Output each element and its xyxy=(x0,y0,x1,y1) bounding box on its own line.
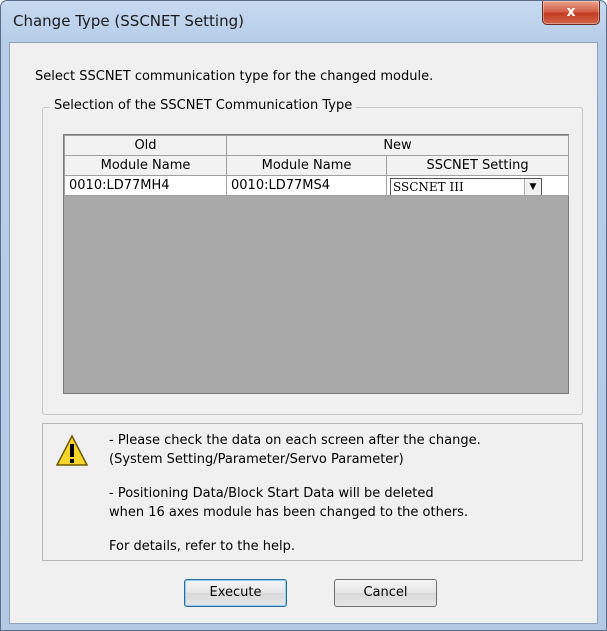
window-title: Change Type (SSCNET Setting) xyxy=(13,12,244,30)
header-new: New xyxy=(225,135,570,156)
notice-line-1: - Please check the data on each screen a… xyxy=(109,433,481,448)
header-old-module-name: Module Name xyxy=(64,155,227,176)
notice-line-4: when 16 axes module has been changed to … xyxy=(109,505,469,520)
close-icon: x xyxy=(566,4,576,20)
instruction-text: Select SSCNET communication type for the… xyxy=(35,69,434,84)
notice-line-3: - Positioning Data/Block Start Data will… xyxy=(109,486,434,501)
sscnet-setting-select[interactable]: SSCNET III ▼ xyxy=(390,178,542,195)
sscnet-type-table: Old New Module Name Module Name SSCNET S… xyxy=(64,135,570,196)
title-bar[interactable]: Change Type (SSCNET Setting) x xyxy=(1,1,606,41)
new-module-cell[interactable]: 0010:LD77MS4 xyxy=(226,175,387,196)
header-new-module-name: Module Name xyxy=(226,155,387,176)
execute-button[interactable]: Execute xyxy=(184,579,287,607)
table-row[interactable]: 0010:LD77MH4 0010:LD77MS4 SSCNET III ▼ xyxy=(64,175,570,196)
dialog-body: Select SSCNET communication type for the… xyxy=(9,42,598,624)
sscnet-setting-value: SSCNET III xyxy=(393,180,464,194)
chevron-down-icon[interactable]: ▼ xyxy=(524,179,541,195)
header-sscnet-setting: SSCNET Setting xyxy=(385,155,570,176)
cancel-button[interactable]: Cancel xyxy=(334,579,437,607)
notice-line-2: (System Setting/Parameter/Servo Paramete… xyxy=(109,452,404,467)
sscnet-setting-cell[interactable]: SSCNET III ▼ xyxy=(385,175,570,196)
close-button[interactable]: x xyxy=(542,1,600,25)
groupbox-label: Selection of the SSCNET Communication Ty… xyxy=(50,98,357,113)
sscnet-type-grid[interactable]: Old New Module Name Module Name SSCNET S… xyxy=(63,134,570,394)
dialog-window: Change Type (SSCNET Setting) x Select SS… xyxy=(0,0,607,631)
warning-icon xyxy=(55,434,89,466)
notice-line-5: For details, refer to the help. xyxy=(109,539,296,554)
old-module-cell[interactable]: 0010:LD77MH4 xyxy=(64,175,227,196)
header-old: Old xyxy=(64,135,227,156)
